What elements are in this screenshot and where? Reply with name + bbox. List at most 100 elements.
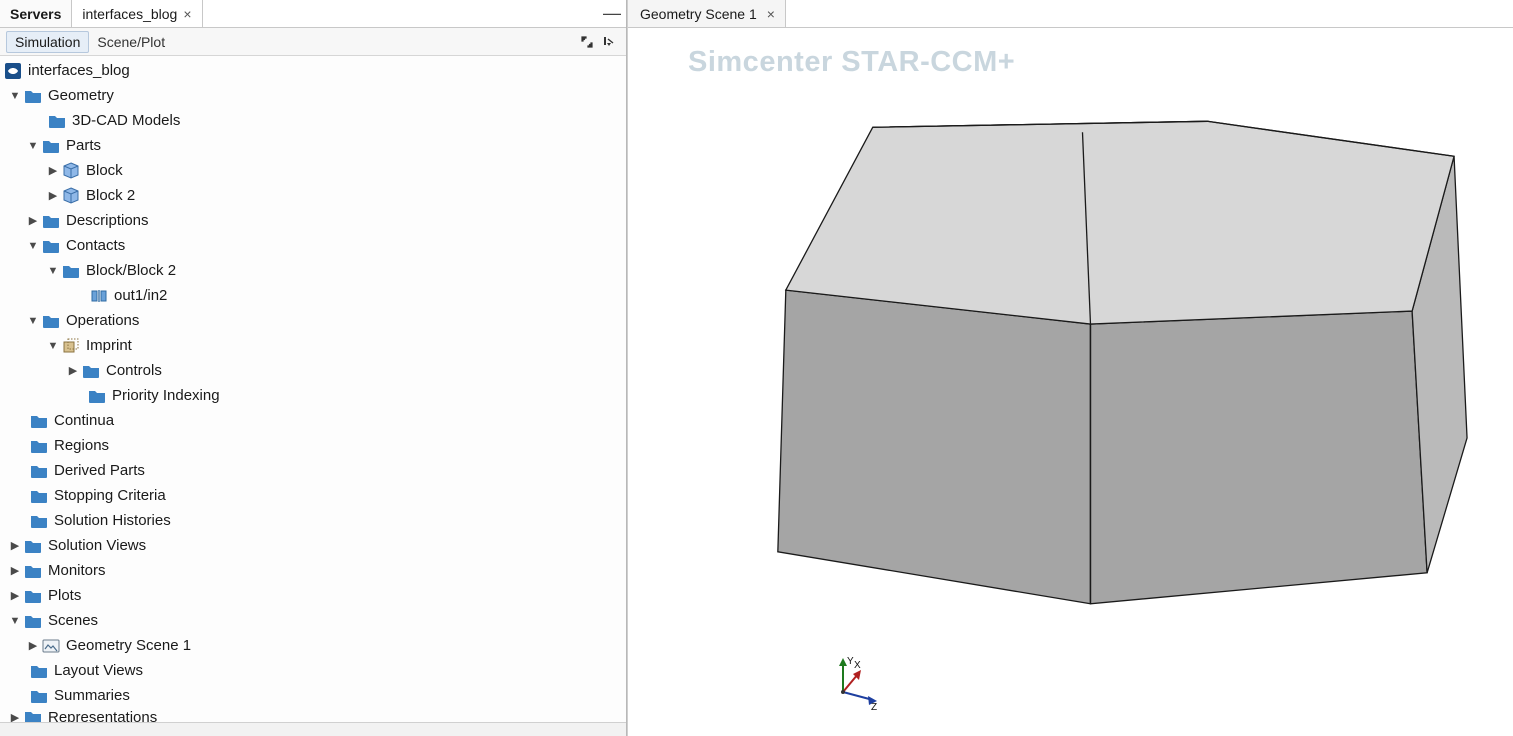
tree-node-stopping-criteria[interactable]: ▶ Stopping Criteria: [2, 483, 626, 508]
tree-node-contacts[interactable]: ▼ Contacts: [2, 233, 626, 258]
folder-icon: [30, 412, 48, 430]
folder-icon: [30, 662, 48, 680]
tree-label: Imprint: [86, 337, 132, 354]
folder-icon: [24, 708, 42, 722]
subtab-simulation-label: Simulation: [15, 34, 80, 50]
axis-triad[interactable]: Y X Z: [823, 652, 883, 712]
tree-node-geometry[interactable]: ▼ Geometry: [2, 83, 626, 108]
tree-label: Stopping Criteria: [54, 487, 166, 504]
minimize-panel-button[interactable]: —: [598, 0, 626, 27]
simulation-tree-panel: Servers interfaces_blog × — Simulation S…: [0, 0, 627, 736]
axis-z-label: Z: [871, 702, 877, 712]
folder-icon: [30, 512, 48, 530]
chevron-down-icon[interactable]: ▼: [46, 264, 60, 278]
tree-node-descriptions[interactable]: ▶ Descriptions: [2, 208, 626, 233]
close-icon[interactable]: ×: [767, 6, 775, 22]
folder-icon: [82, 362, 100, 380]
scene-icon: [42, 637, 60, 655]
sim-file-icon: [4, 62, 22, 80]
tree-label: Plots: [48, 587, 81, 604]
chevron-right-icon[interactable]: ▶: [8, 564, 22, 578]
chevron-right-icon[interactable]: ▶: [46, 164, 60, 178]
tree-node-imprint[interactable]: ▼ Imprint: [2, 333, 626, 358]
tree-node-contact-out1-in2[interactable]: ▶ out1/in2: [2, 283, 626, 308]
tree-root-interfaces-blog[interactable]: interfaces_blog: [2, 58, 626, 83]
tree-node-parts[interactable]: ▼ Parts: [2, 133, 626, 158]
scene-viewer-panel: Geometry Scene 1 × Simcenter STAR-CCM+: [627, 0, 1513, 736]
chevron-down-icon[interactable]: ▼: [26, 239, 40, 253]
tree-node-regions[interactable]: ▶ Regions: [2, 433, 626, 458]
scene-tabs-row: Geometry Scene 1 ×: [628, 0, 1513, 28]
chevron-right-icon[interactable]: ▶: [26, 214, 40, 228]
folder-icon: [24, 587, 42, 605]
tree-label: Layout Views: [54, 662, 143, 679]
tree-node-block-2[interactable]: ▶ Block 2: [2, 183, 626, 208]
chevron-down-icon[interactable]: ▼: [8, 89, 22, 103]
tree-label: Block/Block 2: [86, 262, 176, 279]
axis-y-label: Y: [847, 656, 854, 667]
tree-node-solution-histories[interactable]: ▶ Solution Histories: [2, 508, 626, 533]
folder-icon: [30, 462, 48, 480]
tree-label: Regions: [54, 437, 109, 454]
chevron-right-icon[interactable]: ▶: [8, 539, 22, 553]
tree-label: out1/in2: [114, 287, 167, 304]
tab-servers[interactable]: Servers: [0, 0, 72, 27]
tree-label: Scenes: [48, 612, 98, 629]
tree-label: Block: [86, 162, 123, 179]
tree-label: Controls: [106, 362, 162, 379]
chevron-down-icon[interactable]: ▼: [26, 139, 40, 153]
tree-node-layout-views[interactable]: ▶ Layout Views: [2, 658, 626, 683]
tree-label: Parts: [66, 137, 101, 154]
scene-tab-geometry-scene-1[interactable]: Geometry Scene 1 ×: [628, 0, 786, 27]
tree-node-solution-views[interactable]: ▶ Solution Views: [2, 533, 626, 558]
imprint-op-icon: [62, 337, 80, 355]
tree-node-priority-indexing[interactable]: ▶ Priority Indexing: [2, 383, 626, 408]
tree-node-plots[interactable]: ▶ Plots: [2, 583, 626, 608]
tree-menu-dropdown[interactable]: [598, 31, 620, 53]
tree-label: Summaries: [54, 687, 130, 704]
subtab-scene-plot[interactable]: Scene/Plot: [89, 32, 173, 52]
chevron-right-icon[interactable]: ▶: [8, 710, 22, 722]
status-bar: [0, 722, 626, 736]
tree-node-geometry-scene-1[interactable]: ▶ Geometry Scene 1: [2, 633, 626, 658]
part-cube-icon: [62, 187, 80, 205]
chevron-right-icon[interactable]: ▶: [46, 189, 60, 203]
tree-node-monitors[interactable]: ▶ Monitors: [2, 558, 626, 583]
tree-node-block[interactable]: ▶ Block: [2, 158, 626, 183]
axis-x-label: X: [854, 660, 861, 671]
tree-node-3d-cad-models[interactable]: ▶ 3D-CAD Models: [2, 108, 626, 133]
folder-icon: [88, 387, 106, 405]
chevron-right-icon[interactable]: ▶: [8, 589, 22, 603]
chevron-down-icon[interactable]: ▼: [8, 614, 22, 628]
tree-node-continua[interactable]: ▶ Continua: [2, 408, 626, 433]
tree-label: Geometry Scene 1: [66, 637, 191, 654]
tab-interfaces-blog[interactable]: interfaces_blog ×: [72, 0, 202, 27]
tree-label: Solution Histories: [54, 512, 171, 529]
tree-node-scenes[interactable]: ▼ Scenes: [2, 608, 626, 633]
left-tabs-row: Servers interfaces_blog × —: [0, 0, 626, 28]
simulation-tree[interactable]: interfaces_blog ▼ Geometry ▶: [0, 56, 626, 722]
chevron-down-icon[interactable]: ▼: [26, 314, 40, 328]
folder-icon: [42, 312, 60, 330]
tree-node-controls[interactable]: ▶ Controls: [2, 358, 626, 383]
tree-label: 3D-CAD Models: [72, 112, 180, 129]
tree-link-icon[interactable]: [576, 31, 598, 53]
chevron-down-icon[interactable]: ▼: [46, 339, 60, 353]
tree-node-representations[interactable]: ▶ Representations: [2, 708, 626, 722]
tree-label: Geometry: [48, 87, 114, 104]
scene-3d-viewport[interactable]: Simcenter STAR-CCM+: [628, 28, 1513, 736]
close-icon[interactable]: ×: [183, 7, 191, 21]
chevron-right-icon[interactable]: ▶: [66, 364, 80, 378]
tree-node-summaries[interactable]: ▶ Summaries: [2, 683, 626, 708]
folder-icon: [30, 687, 48, 705]
folder-icon: [42, 137, 60, 155]
chevron-right-icon[interactable]: ▶: [26, 639, 40, 653]
folder-icon: [30, 437, 48, 455]
tree-node-operations[interactable]: ▼ Operations: [2, 308, 626, 333]
subtab-simulation[interactable]: Simulation: [6, 31, 89, 53]
tab-file-label: interfaces_blog: [82, 6, 177, 22]
tree-label: Block 2: [86, 187, 135, 204]
tree-node-derived-parts[interactable]: ▶ Derived Parts: [2, 458, 626, 483]
geometry-model[interactable]: [628, 28, 1513, 736]
tree-node-contact-block-block2[interactable]: ▼ Block/Block 2: [2, 258, 626, 283]
